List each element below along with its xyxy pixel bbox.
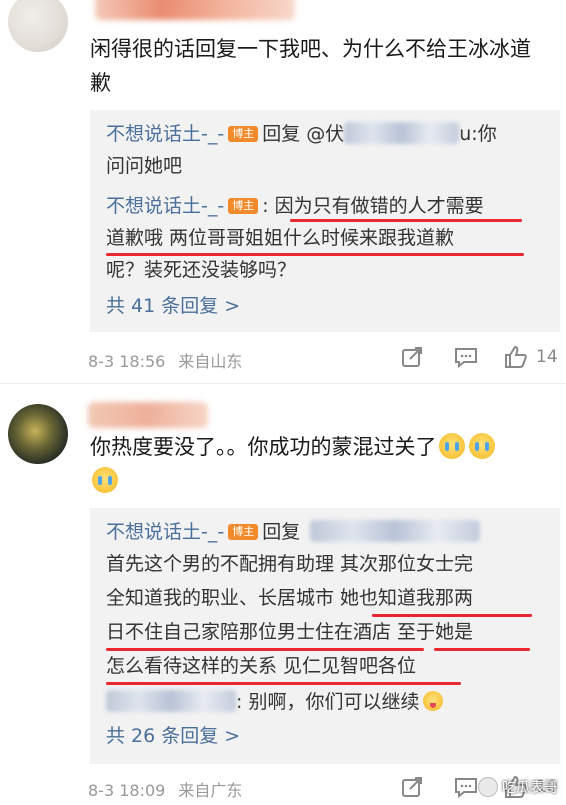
highlight-underline [106, 253, 524, 256]
reply-text: : 因为只有做错的人才需要 [262, 195, 484, 217]
blogger-badge: 博主 [228, 198, 259, 214]
reply-username[interactable]: 不想说话土-_- [106, 123, 224, 145]
share-icon [402, 347, 422, 367]
highlight-underline [106, 648, 424, 651]
blogger-badge: 博主 [228, 126, 259, 142]
blurred-mention [344, 122, 460, 144]
timestamp: 8-3 18:09 [88, 781, 166, 800]
blogger-badge: 博主 [228, 524, 259, 540]
more-replies-link[interactable]: 共 26 条回复 > [106, 722, 240, 750]
comment-1: 闲得很的话回复一下我吧、为什么不给王冰冰道歉 不想说话土-_- 博主 回复 @伏 u:… [0, 0, 566, 380]
comment-text: 闲得很的话回复一下我吧、为什么不给王冰冰道歉 [90, 37, 531, 95]
source-location: 来自广东 [178, 781, 243, 800]
highlight-underline [372, 614, 532, 617]
reply-prefix: 回复 @伏 [262, 123, 345, 145]
share-icon [402, 777, 422, 797]
reply-row: 呢？装死还没装够吗？ [106, 259, 297, 281]
reply-username[interactable]: 不想说话土-_- [106, 195, 224, 217]
highlight-underline [434, 648, 530, 651]
share-button[interactable] [398, 343, 426, 371]
reply-prefix: 回复 [262, 521, 301, 543]
comment-meta: 8-3 18:09 来自广东 [88, 777, 242, 801]
comment-button[interactable] [452, 773, 480, 801]
source-location: 来自山东 [178, 352, 243, 371]
reply-row: 不想说话土-_- 博主: 因为只有做错的人才需要 [106, 190, 551, 222]
watermark-text: 吃瓜表哥 [502, 780, 558, 796]
comment-icon [455, 778, 477, 798]
share-button[interactable] [398, 773, 426, 801]
reply-box[interactable]: 不想说话土-_- 博主 回复 首先这个男的不配拥有助理 其次那位女士完 全知道我的职… [90, 508, 560, 764]
comment-text-line: 你热度要没了。。你成功的蒙混过关了 [90, 435, 437, 459]
avatar[interactable] [8, 404, 68, 464]
reply-row: 全知道我的职业、长居城市 她也知道我那两 [106, 587, 474, 609]
more-replies-link[interactable]: 共 41 条回复 > [106, 292, 240, 320]
username-blurred[interactable] [88, 402, 208, 428]
comment-button[interactable] [452, 343, 480, 371]
like-icon [505, 345, 527, 368]
blushing-emoji-icon [423, 691, 444, 711]
crying-emoji-icon [92, 467, 118, 493]
like-button[interactable]: 14 [504, 342, 562, 372]
reply-row: 不想说话土-_- 博主 回复 [106, 516, 551, 548]
username-blurred[interactable] [95, 0, 295, 20]
reply-row: 问问她吧 [106, 155, 183, 177]
blurred-username [106, 690, 236, 712]
like-count: 14 [536, 347, 558, 367]
avatar[interactable] [8, 0, 68, 52]
highlight-underline [106, 682, 461, 685]
comment-text: 你热度要没了。。你成功的蒙混过关了 [90, 430, 550, 498]
reply-suffix: u:你 [459, 123, 497, 145]
comment-2: 你热度要没了。。你成功的蒙混过关了 不想说话土-_- 博主 回复 首先这个男的不配拥… [0, 384, 566, 805]
comment-icon [455, 348, 477, 368]
reply-row: 首先这个男的不配拥有助理 其次那位女士完 [106, 553, 474, 575]
highlight-underline [290, 219, 522, 222]
reply-row: : 别啊，你们可以继续 [106, 686, 551, 718]
comment-meta: 8-3 18:56 来自山东 [88, 348, 242, 372]
reply-text: : 别啊，你们可以继续 [236, 691, 420, 713]
reply-username[interactable]: 不想说话土-_- [106, 521, 224, 543]
watermark: 吃瓜表哥 [478, 777, 558, 797]
reply-row: 不想说话土-_- 博主 回复 @伏 u:你 [106, 118, 551, 150]
reply-row: 道歉哦 两位哥哥姐姐什么时候来跟我道歉 [106, 227, 455, 249]
crying-emoji-icon [438, 433, 465, 459]
crying-emoji-icon [468, 433, 495, 459]
watermark-logo-icon [478, 777, 498, 797]
blurred-mention [310, 520, 481, 542]
reply-row: 日不住自己家陪那位男士住在酒店 至于她是 [106, 621, 474, 643]
reply-row: 怎么看待这样的关系 见仁见智吧各位 [106, 655, 417, 677]
timestamp: 8-3 18:56 [88, 352, 166, 371]
